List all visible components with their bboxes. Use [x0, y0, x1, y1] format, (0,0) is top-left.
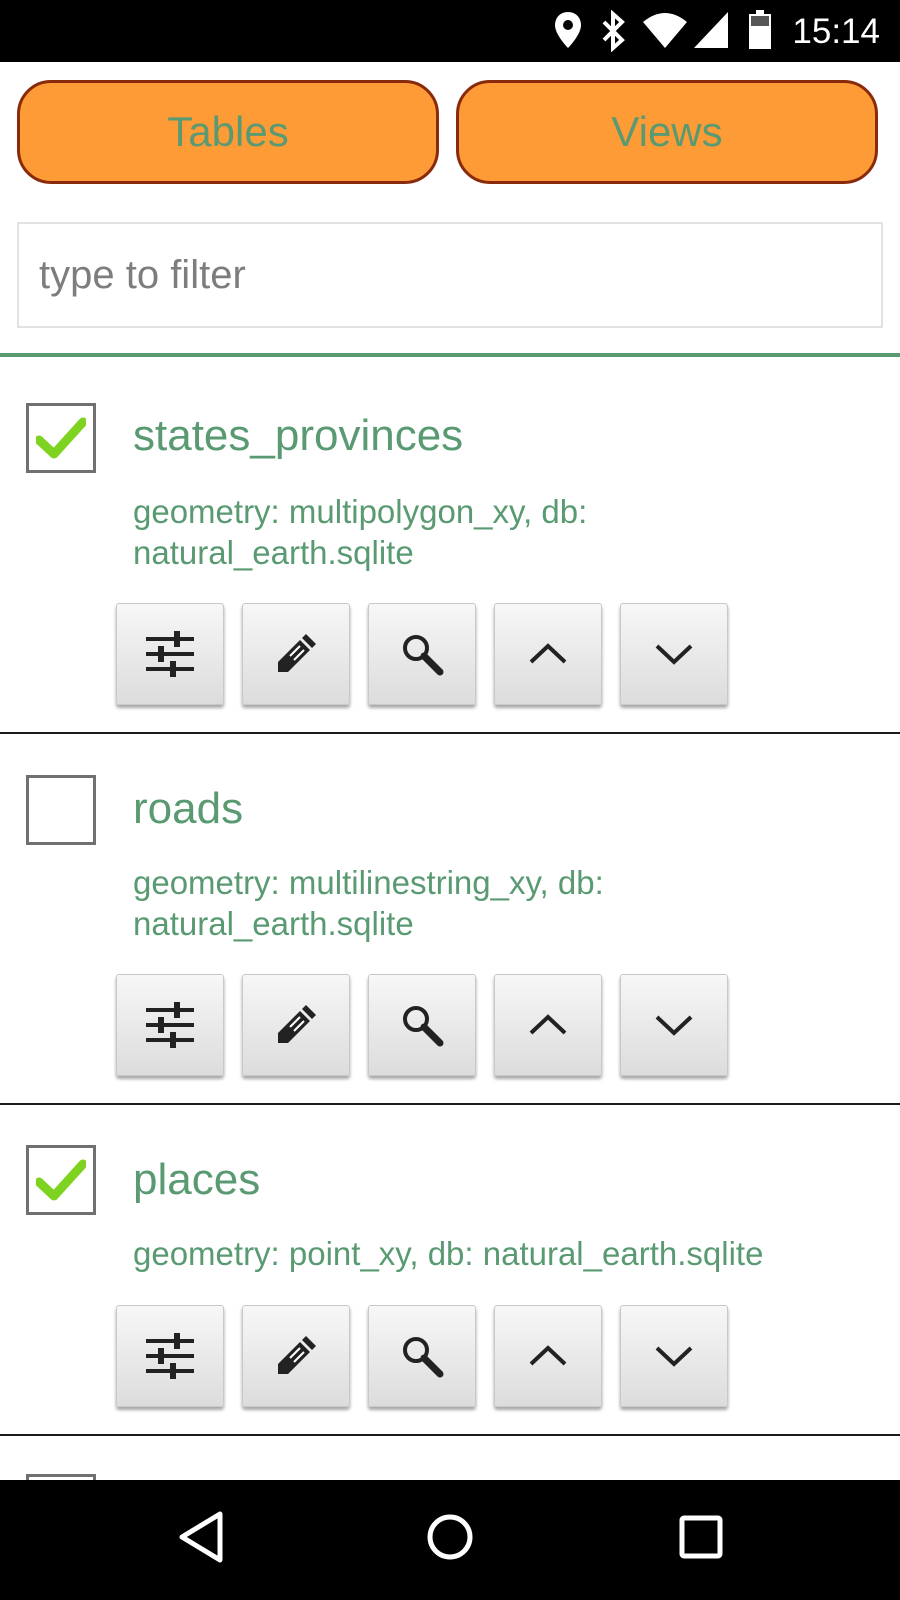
- wifi-icon: [643, 13, 687, 48]
- status-bar: 15:14: [0, 0, 900, 62]
- checkmark-icon: [36, 1159, 86, 1201]
- move-up-button[interactable]: [494, 974, 602, 1076]
- move-down-icon: [655, 1015, 693, 1036]
- move-down-button[interactable]: [620, 603, 728, 705]
- zoom-search-icon: [403, 1337, 444, 1378]
- edit-pencil-icon: [278, 1005, 316, 1043]
- style-button[interactable]: [116, 1305, 224, 1407]
- move-up-icon: [529, 1014, 567, 1035]
- checkmark-icon: [36, 417, 86, 459]
- signal-icon: [694, 12, 728, 48]
- move-up-icon: [529, 643, 567, 664]
- layer-description: geometry: multilinestring_xy, db: natura…: [133, 864, 604, 942]
- zoom-search-icon: [403, 1006, 444, 1047]
- move-down-icon: [655, 1346, 693, 1367]
- layer-item: roads geometry: multilinestring_xy, db: …: [0, 734, 900, 1105]
- move-down-button[interactable]: [620, 974, 728, 1076]
- move-down-icon: [655, 644, 693, 665]
- views-button[interactable]: Views: [456, 80, 878, 184]
- layer-description: geometry: point_xy, db: natural_earth.sq…: [133, 1235, 764, 1272]
- edit-pencil-icon: [278, 1336, 316, 1374]
- settings-sliders-icon: [146, 1002, 194, 1048]
- layer-item: places geometry: point_xy, db: natural_e…: [0, 1105, 900, 1436]
- edit-button[interactable]: [242, 603, 350, 705]
- layer-description: geometry: multipolygon_xy, db: natural_e…: [133, 493, 588, 571]
- layer-checkbox[interactable]: [26, 1145, 96, 1215]
- navigation-bar: [0, 1480, 900, 1600]
- recents-icon[interactable]: [678, 1510, 724, 1564]
- edit-button[interactable]: [242, 974, 350, 1076]
- filter-field[interactable]: [17, 222, 883, 328]
- move-down-button[interactable]: [620, 1305, 728, 1407]
- style-button[interactable]: [116, 603, 224, 705]
- back-icon[interactable]: [178, 1510, 224, 1564]
- layer-checkbox[interactable]: [26, 775, 96, 845]
- home-icon[interactable]: [426, 1510, 474, 1564]
- settings-sliders-icon: [146, 631, 194, 677]
- zoom-button[interactable]: [368, 603, 476, 705]
- move-up-button[interactable]: [494, 603, 602, 705]
- move-up-button[interactable]: [494, 1305, 602, 1407]
- layer-checkbox[interactable]: [26, 403, 96, 473]
- bluetooth-icon: [602, 10, 625, 52]
- edit-pencil-icon: [278, 634, 316, 672]
- battery-icon: [749, 10, 771, 49]
- layer-item: states_provinces geometry: multipolygon_…: [0, 357, 900, 734]
- tables-button[interactable]: Tables: [17, 80, 439, 184]
- settings-sliders-icon: [146, 1333, 194, 1379]
- layer-name: roads: [133, 784, 244, 833]
- location-icon: [555, 12, 581, 48]
- move-up-icon: [529, 1345, 567, 1366]
- zoom-button[interactable]: [368, 1305, 476, 1407]
- zoom-button[interactable]: [368, 974, 476, 1076]
- layer-name: places: [133, 1155, 261, 1204]
- status-time: 15:14: [792, 12, 880, 51]
- zoom-search-icon: [403, 635, 444, 676]
- style-button[interactable]: [116, 974, 224, 1076]
- filter-input[interactable]: [19, 224, 881, 326]
- edit-button[interactable]: [242, 1305, 350, 1407]
- layer-name: states_provinces: [133, 411, 464, 460]
